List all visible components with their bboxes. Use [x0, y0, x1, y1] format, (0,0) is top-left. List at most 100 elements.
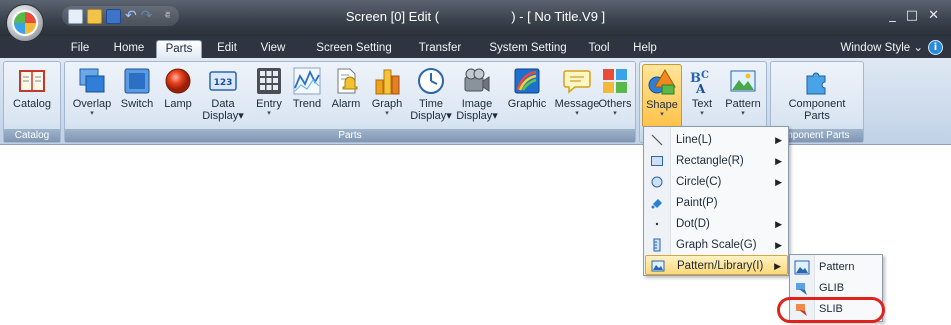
ribbon-tab-bar: File Home Parts Edit View Screen Setting…	[0, 36, 951, 58]
puzzle-piece-icon	[806, 72, 826, 95]
catalog-group-label: Catalog	[4, 129, 60, 142]
entry-dropdown-arrow: ▾	[267, 110, 271, 117]
component-parts-button[interactable]: Component Parts	[775, 64, 859, 128]
image-display-button[interactable]: Image Display▾	[454, 64, 500, 128]
parts-group: Overlap ▾ Switch Lamp 123 Data Display▾	[64, 61, 636, 143]
maximize-button[interactable]: □	[906, 8, 918, 23]
submenu-item-pattern[interactable]: Pattern	[791, 257, 882, 278]
time-display-label-2: Display	[410, 110, 447, 122]
lamp-icon	[165, 68, 191, 94]
lamp-label: Lamp	[164, 98, 192, 110]
component-parts-label-1: Component	[788, 98, 846, 110]
tab-help[interactable]: Help	[626, 40, 664, 58]
title-bar: ↶ ↷ ⋷ Screen [0] Edit ( ) - [ No Title.V…	[0, 0, 951, 36]
data-display-button[interactable]: 123 Data Display▾	[199, 64, 247, 128]
window-style-dropdown[interactable]: Window Style ⌄	[841, 40, 924, 54]
tab-parts[interactable]: Parts	[156, 40, 202, 58]
menu-item-rectangle[interactable]: Rectangle(R) ▶	[645, 151, 788, 171]
pattern-button[interactable]: Pattern ▾	[722, 64, 764, 128]
data-display-label-1: Data	[211, 98, 235, 110]
switch-button[interactable]: Switch	[115, 64, 159, 128]
text-button[interactable]: B C A Text ▾	[684, 64, 720, 128]
image-display-label-2: Display	[456, 110, 493, 122]
graph-scale-icon	[653, 238, 661, 252]
trend-button[interactable]: Trend	[287, 64, 327, 128]
menu-item-dot[interactable]: Dot(D) ▶	[645, 214, 788, 234]
menu-item-line[interactable]: Line(L) ▶	[645, 130, 788, 150]
tab-screen-setting[interactable]: Screen Setting	[306, 40, 402, 58]
tab-system-setting[interactable]: System Setting	[478, 40, 578, 58]
entry-label: Entry	[256, 98, 282, 110]
menu-item-pattern-library[interactable]: Pattern/Library(I) ▶	[645, 255, 788, 275]
catalog-button[interactable]: Catalog	[6, 64, 58, 128]
camera-icon	[464, 68, 490, 92]
svg-text:A: A	[695, 82, 706, 96]
menu-item-circle[interactable]: Circle(C) ▶	[645, 172, 788, 192]
entry-button[interactable]: Entry ▾	[249, 64, 289, 128]
tab-tool[interactable]: Tool	[582, 40, 616, 58]
component-parts-label-2: Parts	[804, 110, 830, 122]
data-display-icon-text: 123	[214, 78, 233, 88]
image-display-label-1: Image	[461, 98, 493, 110]
bar-graph-icon	[375, 69, 400, 95]
paint-bucket-icon	[651, 199, 662, 209]
submenu-arrow-icon: ▶	[774, 261, 781, 271]
text-abc-icon: B C A	[690, 70, 709, 96]
lamp-button[interactable]: Lamp	[159, 64, 197, 128]
time-display-button[interactable]: Time Display▾	[408, 64, 454, 128]
glib-icon	[796, 283, 807, 295]
tab-edit[interactable]: Edit	[210, 40, 244, 58]
submenu-arrow-icon: ▶	[775, 177, 782, 187]
graph-label: Graph	[371, 98, 403, 110]
others-label: Others	[598, 98, 632, 110]
shape-dropdown-arrow: ▾	[660, 111, 664, 118]
menu-item-label: Circle(C)	[676, 176, 722, 188]
clock-icon	[418, 68, 444, 94]
pattern-icon	[794, 260, 810, 275]
window-controls: _ □ ✕	[889, 8, 939, 23]
submenu-arrow-icon: ▶	[775, 135, 782, 145]
overlap-button[interactable]: Overlap ▾	[68, 64, 116, 128]
shape-button[interactable]: Shape ▾	[642, 64, 682, 128]
application-button[interactable]	[6, 4, 44, 42]
others-icon	[603, 69, 627, 93]
alarm-button[interactable]: Alarm	[325, 64, 367, 128]
graphic-icon	[514, 68, 540, 94]
shape-label: Shape	[646, 99, 678, 111]
menu-item-label: Paint(P)	[676, 197, 718, 209]
trend-icon	[293, 67, 321, 95]
close-button[interactable]: ✕	[928, 8, 939, 23]
submenu-arrow-icon: ▶	[775, 219, 782, 229]
tab-file[interactable]: File	[62, 40, 98, 58]
submenu-arrow-icon: ▶	[775, 240, 782, 250]
submenu-item-slib[interactable]: SLIB	[791, 299, 882, 320]
rectangle-icon	[651, 156, 663, 166]
others-dropdown-arrow: ▾	[613, 110, 617, 117]
submenu-item-glib[interactable]: GLIB	[791, 278, 882, 299]
alarm-icon	[337, 68, 358, 94]
graph-dropdown-arrow: ▾	[385, 110, 389, 117]
graphic-button[interactable]: Graphic	[502, 64, 552, 128]
message-icon	[563, 70, 591, 94]
catalog-group: Catalog Catalog	[3, 61, 61, 143]
svg-text:C: C	[701, 70, 709, 81]
tab-transfer[interactable]: Transfer	[410, 40, 470, 58]
minimize-button[interactable]: _	[889, 8, 896, 23]
app-logo-icon	[12, 10, 38, 36]
menu-item-paint[interactable]: Paint(P)	[645, 193, 788, 213]
help-icon[interactable]: i	[928, 40, 943, 55]
pattern-library-icon	[651, 260, 665, 272]
overlap-dropdown-arrow: ▾	[90, 110, 94, 117]
data-display-dropdown-arrow: ▾	[238, 110, 244, 122]
tab-view[interactable]: View	[254, 40, 292, 58]
tab-home[interactable]: Home	[108, 40, 150, 58]
pattern-library-submenu: Pattern GLIB SLIB	[789, 254, 883, 322]
others-button[interactable]: Others ▾	[595, 64, 635, 128]
slib-icon	[796, 304, 807, 316]
submenu-arrow-icon: ▶	[775, 156, 782, 166]
menu-item-graph-scale[interactable]: Graph Scale(G) ▶	[645, 235, 788, 255]
graph-button[interactable]: Graph ▾	[367, 64, 407, 128]
image-display-dropdown-arrow: ▾	[492, 110, 498, 122]
time-display-label-1: Time	[418, 98, 444, 110]
circle-icon	[651, 176, 663, 188]
